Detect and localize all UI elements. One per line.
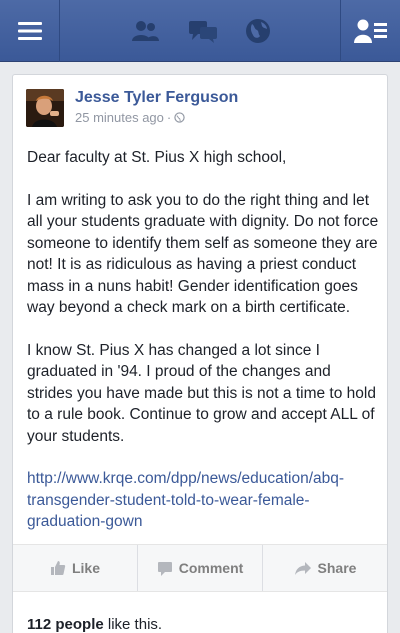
share-button[interactable]: Share	[263, 545, 387, 591]
messages-icon	[189, 21, 217, 43]
globe-icon	[246, 19, 270, 43]
notifications-button[interactable]	[238, 0, 278, 62]
likes-suffix: like this.	[103, 616, 163, 633]
post-paragraph: I am writing to ask you to do the right …	[27, 191, 379, 317]
friends-icon	[132, 21, 159, 41]
share-label: Share	[317, 560, 357, 576]
like-label: Like	[71, 560, 100, 576]
top-navigation-bar	[0, 0, 400, 62]
comment-icon	[157, 561, 172, 576]
friend-requests-icon	[353, 19, 387, 43]
menu-icon	[17, 22, 42, 40]
friends-button[interactable]	[125, 0, 165, 62]
messages-button[interactable]	[183, 0, 223, 62]
post-actions-bar: Like Comment Share	[13, 544, 387, 592]
like-button[interactable]: Like	[13, 545, 138, 591]
friend-requests-button[interactable]	[340, 0, 400, 62]
comment-button[interactable]: Comment	[138, 545, 263, 591]
post-card: Jesse Tyler Ferguson 25 minutes ago · De…	[12, 74, 388, 633]
share-icon	[294, 561, 311, 575]
post-meta: 25 minutes ago ·	[75, 110, 185, 125]
likes-summary[interactable]: 112 people like this.	[27, 616, 162, 633]
thumbs-up-icon	[50, 561, 66, 575]
meta-separator: ·	[166, 110, 172, 125]
post-paragraph: I know St. Pius X has changed a lot sinc…	[27, 341, 376, 445]
avatar-photo	[26, 89, 64, 127]
menu-button[interactable]	[0, 0, 60, 62]
post-paragraph: Dear faculty at St. Pius X high school,	[27, 149, 287, 166]
post-link[interactable]: http://www.krqe.com/dpp/news/education/a…	[27, 470, 344, 530]
post-author-name[interactable]: Jesse Tyler Ferguson	[75, 89, 238, 107]
post-body: Dear faculty at St. Pius X high school, …	[27, 147, 379, 533]
author-avatar[interactable]	[26, 89, 64, 127]
globe-icon	[174, 112, 185, 123]
comment-label: Comment	[178, 560, 244, 576]
likes-count: 112 people	[27, 616, 104, 633]
post-timestamp[interactable]: 25 minutes ago	[75, 110, 164, 125]
